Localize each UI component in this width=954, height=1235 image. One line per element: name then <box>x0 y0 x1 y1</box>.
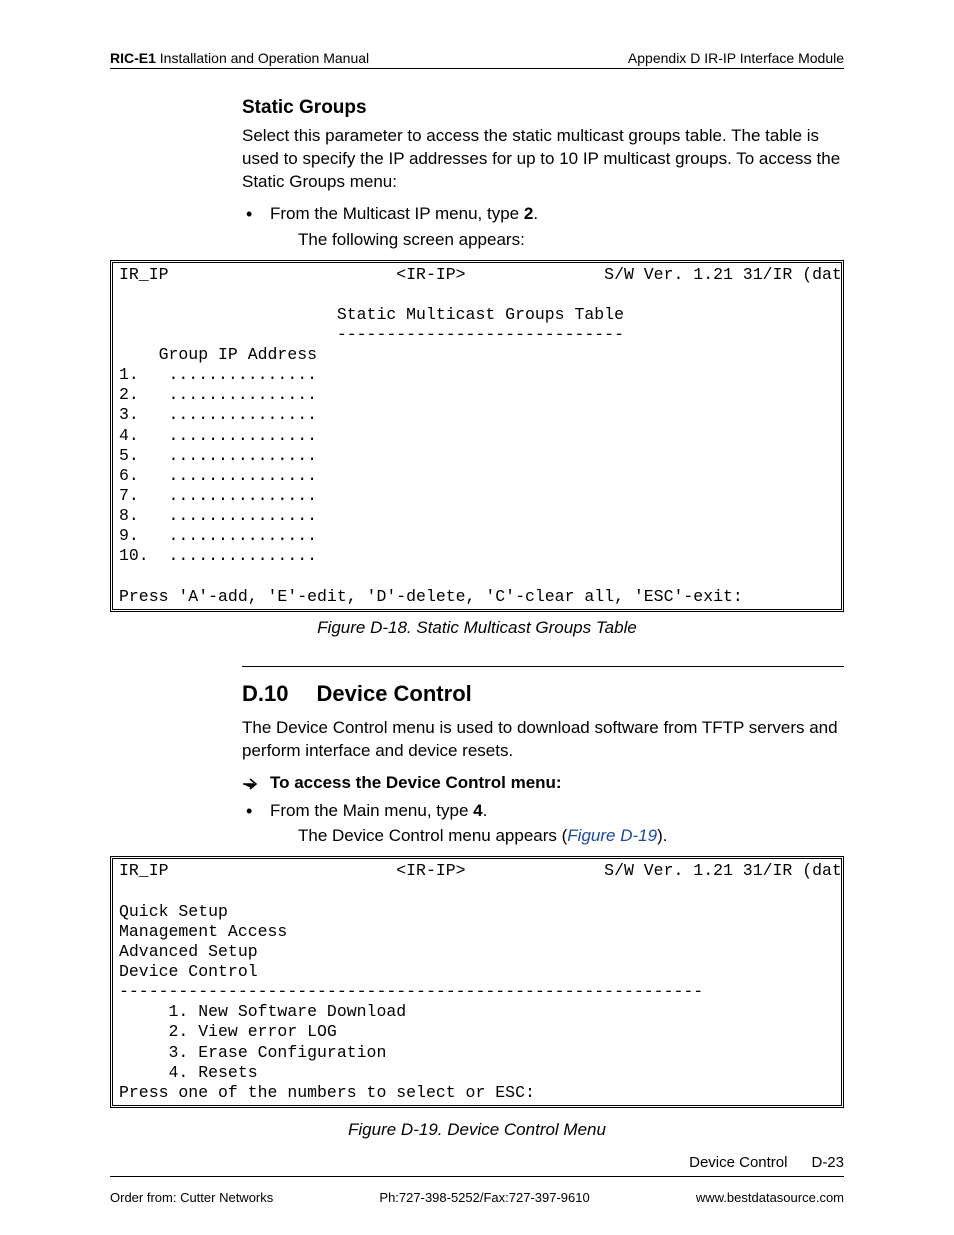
footer-top: Device Control D-23 <box>689 1154 844 1171</box>
static-groups-paragraph: Select this parameter to access the stat… <box>242 125 844 194</box>
static-groups-bullet-1: From the Multicast IP menu, type 2. <box>242 202 844 226</box>
bullet-text-bold: 2 <box>524 204 533 223</box>
section-heading-row: D.10 Device Control <box>242 681 844 707</box>
footer-section-label: Device Control <box>689 1154 787 1171</box>
terminal-static-groups: IR_IP <IR-IP> S/W Ver. 1.21 31/IR (date)… <box>110 260 844 612</box>
header-product: RIC-E1 <box>110 50 156 66</box>
device-control-bullets: From the Main menu, type 4. <box>242 799 844 823</box>
footer-left: Order from: Cutter Networks <box>110 1190 273 1205</box>
bullet-text-pre: From the Main menu, type <box>270 801 473 820</box>
static-groups-section: Static Groups Select this parameter to a… <box>242 97 844 250</box>
static-groups-bullets: From the Multicast IP menu, type 2. <box>242 202 844 226</box>
figure-d18-caption: Figure D-18. Static Multicast Groups Tab… <box>110 618 844 638</box>
header-manual-title: Installation and Operation Manual <box>156 50 369 66</box>
section-rule <box>242 666 844 667</box>
header-left: RIC-E1 Installation and Operation Manual <box>110 50 369 66</box>
follow-post: ). <box>657 826 667 845</box>
static-groups-heading: Static Groups <box>242 97 844 119</box>
footer-bottom: Order from: Cutter Networks Ph:727-398-5… <box>110 1190 844 1205</box>
terminal-device-control: IR_IP <IR-IP> S/W Ver. 1.21 31/IR (date)… <box>110 856 844 1108</box>
figure-d19-link[interactable]: Figure D-19 <box>567 826 657 845</box>
footer-rule <box>110 1176 844 1177</box>
footer-right: www.bestdatasource.com <box>696 1190 844 1205</box>
header-right: Appendix D IR-IP Interface Module <box>628 50 844 66</box>
procedure-heading: To access the Device Control menu: <box>242 773 844 793</box>
bullet-text-post: . <box>483 801 488 820</box>
device-control-follow: The Device Control menu appears (Figure … <box>298 826 844 846</box>
static-groups-follow: The following screen appears: <box>298 230 844 250</box>
bullet-text-pre: From the Multicast IP menu, type <box>270 204 524 223</box>
bullet-text-post: . <box>533 204 538 223</box>
figure-d19-caption: Figure D-19. Device Control Menu <box>110 1120 844 1140</box>
bullet-text-bold: 4 <box>473 801 482 820</box>
footer-page-number: D-23 <box>811 1154 844 1171</box>
procedure-heading-text: To access the Device Control menu: <box>270 773 562 792</box>
section-title: Device Control <box>316 681 471 707</box>
device-control-section: D.10 Device Control The Device Control m… <box>242 666 844 847</box>
page-header: RIC-E1 Installation and Operation Manual… <box>110 50 844 69</box>
page: RIC-E1 Installation and Operation Manual… <box>0 0 954 1140</box>
device-control-paragraph: The Device Control menu is used to downl… <box>242 717 844 763</box>
follow-pre: The Device Control menu appears ( <box>298 826 567 845</box>
arrow-icon <box>242 776 260 796</box>
footer-center: Ph:727-398-5252/Fax:727-397-9610 <box>379 1190 589 1205</box>
device-control-bullet-1: From the Main menu, type 4. <box>242 799 844 823</box>
section-number: D.10 <box>242 681 288 707</box>
